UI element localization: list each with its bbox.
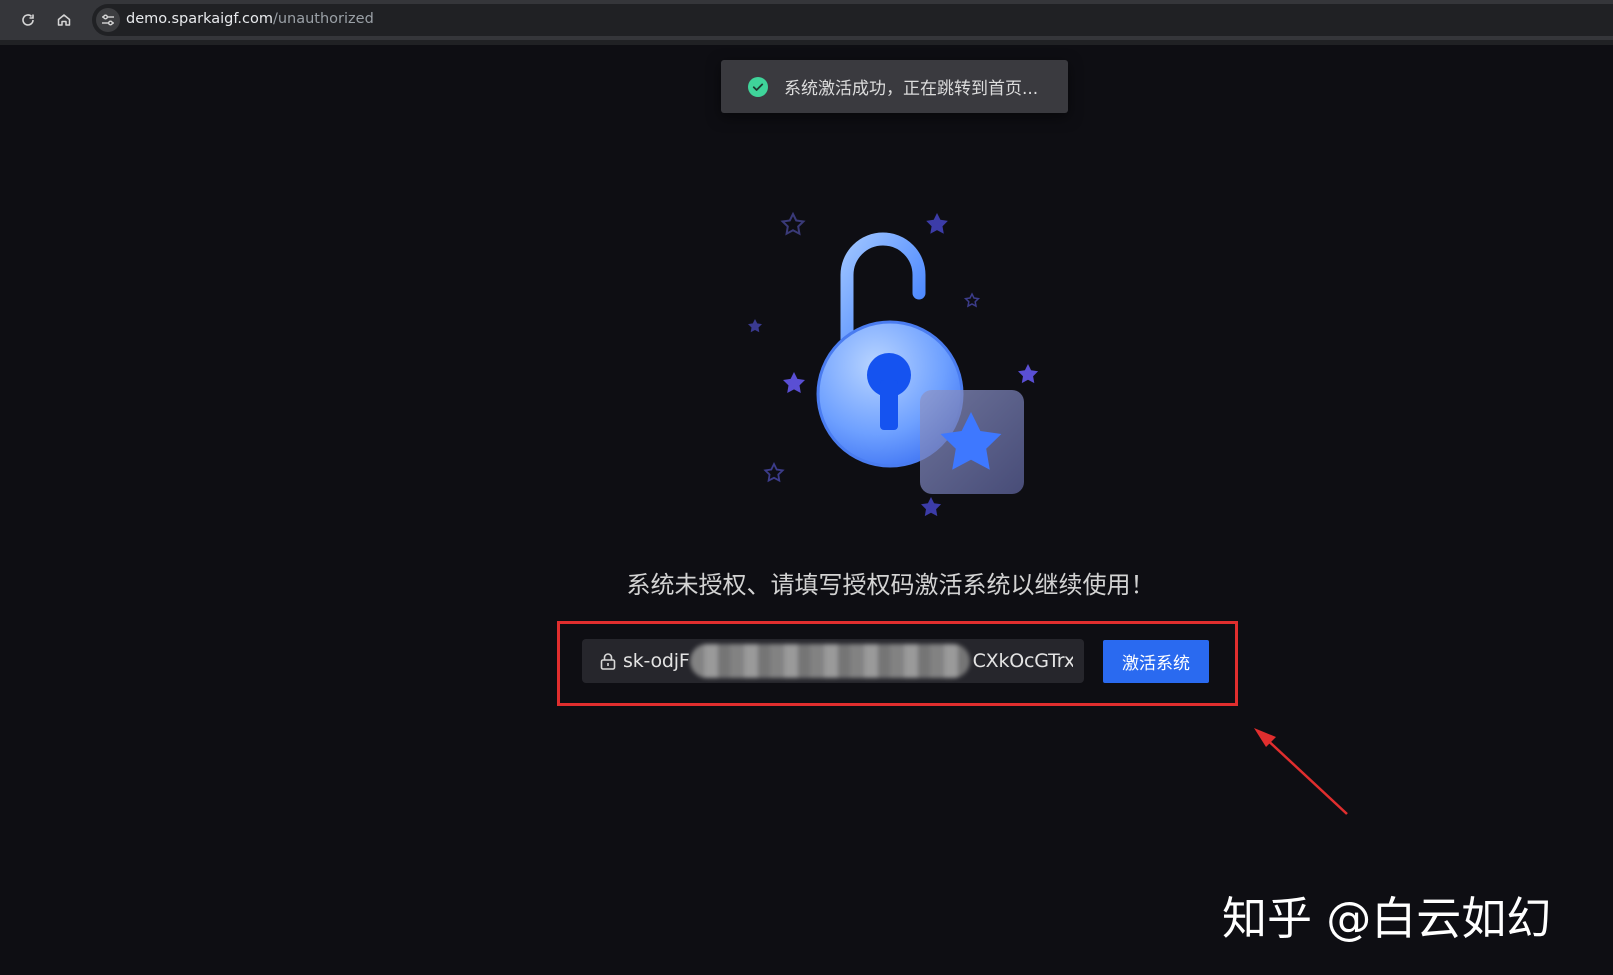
toast-message: 系统激活成功，正在跳转到首页...	[784, 79, 1039, 99]
home-icon[interactable]	[52, 8, 76, 32]
reload-icon[interactable]	[16, 8, 40, 32]
check-circle-icon	[748, 76, 768, 97]
lock-icon	[600, 653, 616, 670]
unlocked-padlock-icon	[748, 211, 1039, 517]
url-host: demo.sparkaigf.com	[126, 11, 273, 27]
red-arrow-annotation	[1254, 728, 1348, 815]
redaction-mosaic	[690, 644, 970, 678]
watermark-text: 知乎 @白云如幻	[1222, 892, 1552, 945]
site-settings-icon[interactable]	[96, 8, 120, 32]
success-toast: 系统激活成功，正在跳转到首页...	[721, 60, 1068, 113]
browser-toolbar: demo.sparkaigf.com/unauthorized	[0, 0, 1613, 45]
license-key-value-head: sk-odjF	[623, 650, 690, 672]
url-text[interactable]: demo.sparkaigf.com/unauthorized	[126, 11, 374, 27]
unauthorized-message: 系统未授权、请填写授权码激活系统以继续使用！	[626, 571, 1155, 599]
activate-system-button[interactable]: 激活系统	[1103, 640, 1209, 683]
license-key-value-tail: CXkOcGTrxY	[972, 650, 1073, 672]
address-bar[interactable]: demo.sparkaigf.com/unauthorized	[92, 4, 1613, 36]
url-path: /unauthorized	[272, 11, 374, 27]
